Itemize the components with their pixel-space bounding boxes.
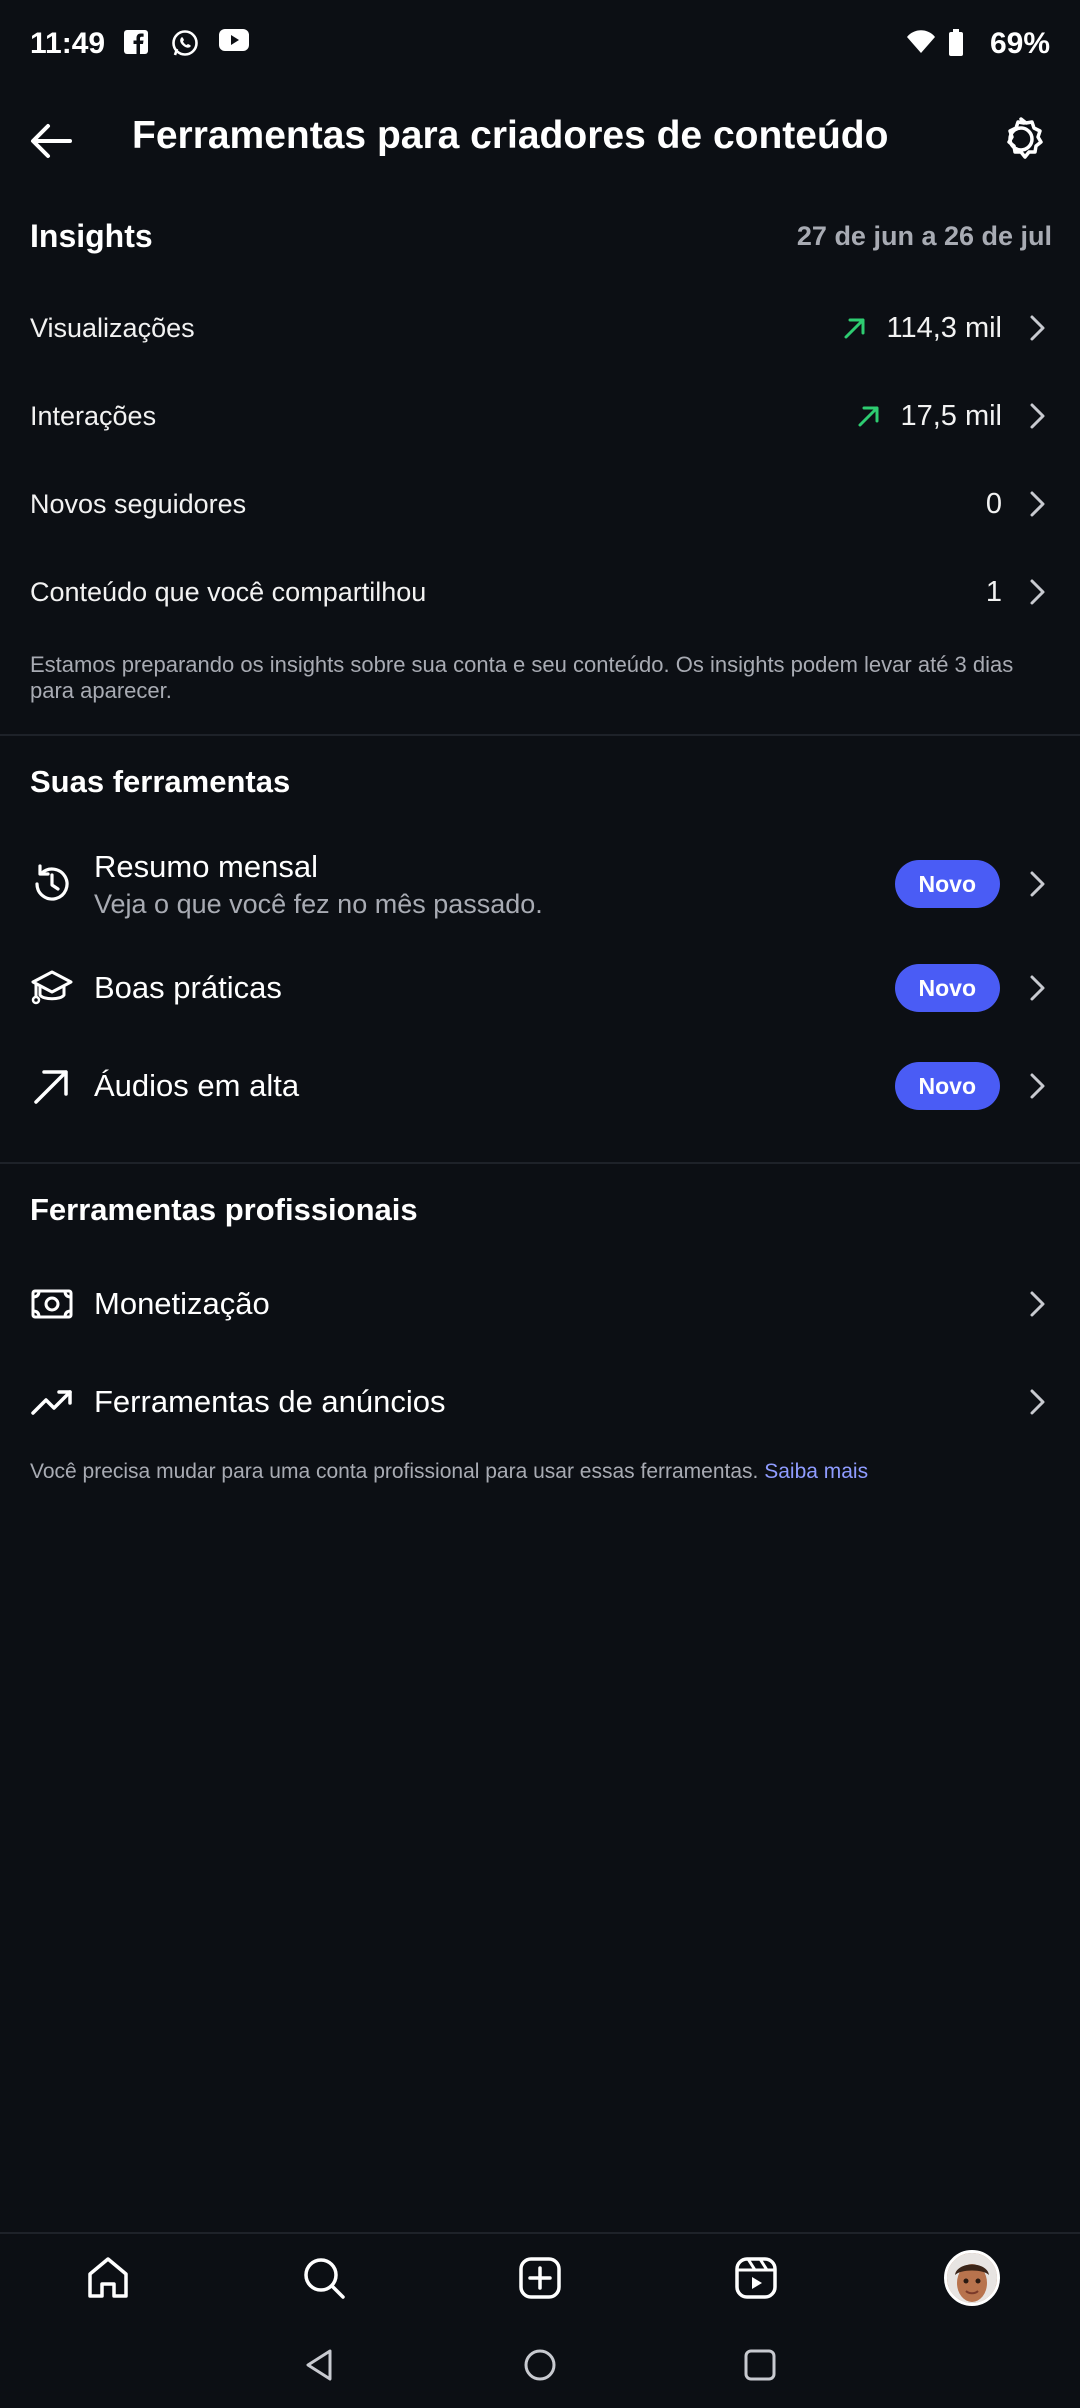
metric-label: Novos seguidores <box>30 488 247 519</box>
tool-row-monetization[interactable]: Monetização <box>0 1256 1080 1352</box>
youtube-icon <box>219 29 250 59</box>
metric-label: Visualizações <box>30 312 195 343</box>
new-badge: Novo <box>894 964 1000 1012</box>
trend-up-icon <box>858 406 879 427</box>
system-home-icon[interactable] <box>520 2345 560 2385</box>
battery-icon <box>948 29 978 59</box>
tool-title: Boas práticas <box>94 970 282 1005</box>
nav-reels[interactable] <box>716 2238 796 2318</box>
system-nav-bar <box>0 2322 1080 2408</box>
chevron-right-icon <box>1030 403 1045 429</box>
bottom-nav <box>0 2232 1080 2322</box>
insights-title: Insights <box>30 218 153 254</box>
chevron-right-icon <box>1030 1073 1045 1099</box>
chevron-right-icon <box>1030 975 1045 1001</box>
professional-account-note: Você precisa mudar para uma conta profis… <box>30 1460 1060 1484</box>
footnote-text: Você precisa mudar para uma conta profis… <box>30 1460 759 1483</box>
tool-row-best-practices[interactable]: Boas práticas Novo <box>0 940 1080 1036</box>
system-recents-icon[interactable] <box>740 2345 780 2385</box>
screen: 11:49 69% Ferramentas para criadores de … <box>0 0 1080 2408</box>
chevron-right-icon <box>1030 1291 1045 1317</box>
chevron-right-icon <box>1030 491 1045 517</box>
metric-value: 1 <box>985 575 1002 608</box>
status-time: 11:49 <box>30 27 106 60</box>
avatar-image <box>947 2253 997 2303</box>
tool-title: Monetização <box>94 1286 270 1321</box>
nav-profile[interactable] <box>932 2238 1012 2318</box>
metric-value: 17,5 mil <box>900 399 1002 432</box>
wifi-icon <box>906 29 936 59</box>
tool-row-ad-tools[interactable]: Ferramentas de anúncios <box>0 1354 1080 1450</box>
nav-create[interactable] <box>500 2238 580 2318</box>
tools-section-title: Suas ferramentas <box>30 764 291 799</box>
tool-subtitle: Veja o que você fez no mês passado. <box>94 888 543 919</box>
section-divider <box>0 734 1080 736</box>
reels-icon <box>735 2257 777 2299</box>
chevron-right-icon <box>1030 579 1045 605</box>
facebook-icon <box>123 29 153 59</box>
chevron-right-icon <box>1030 871 1045 897</box>
nav-search[interactable] <box>284 2238 364 2318</box>
whatsapp-icon <box>171 29 201 59</box>
avatar <box>944 2250 1000 2306</box>
new-badge: Novo <box>894 1062 1000 1110</box>
trend-up-icon <box>844 318 865 339</box>
tool-title: Áudios em alta <box>94 1068 300 1103</box>
insights-note: Estamos preparando os insights sobre sua… <box>30 652 1014 703</box>
metric-row-interactions[interactable]: Interações 17,5 mil <box>0 372 1080 460</box>
settings-icon <box>1007 117 1043 159</box>
history-clock-icon <box>35 864 69 901</box>
back-button[interactable] <box>26 116 76 166</box>
pro-tools-section-title: Ferramentas profissionais <box>30 1192 418 1227</box>
chevron-right-icon <box>1030 315 1045 341</box>
graduation-cap-icon <box>31 970 73 1005</box>
tool-row-trending-audio[interactable]: Áudios em alta Novo <box>0 1038 1080 1134</box>
new-badge: Novo <box>894 860 1000 908</box>
metric-row-shared-content[interactable]: Conteúdo que você compartilhou 1 <box>0 548 1080 636</box>
metric-label: Interações <box>30 400 157 431</box>
battery-percent: 69% <box>989 27 1050 60</box>
tool-row-monthly-summary[interactable]: Resumo mensal Veja o que você fez no mês… <box>0 836 1080 932</box>
trending-up-icon <box>31 1390 72 1415</box>
search-icon <box>304 2258 345 2299</box>
money-icon <box>31 1289 73 1319</box>
metric-row-new-followers[interactable]: Novos seguidores 0 <box>0 460 1080 548</box>
back-arrow-icon <box>31 124 72 158</box>
tool-title: Resumo mensal <box>94 848 318 884</box>
metric-label: Conteúdo que você compartilhou <box>30 576 427 607</box>
insights-header: Insights 27 de jun a 26 de jul <box>30 218 1052 255</box>
add-post-icon <box>519 2257 561 2299</box>
home-icon <box>88 2257 128 2298</box>
settings-button[interactable] <box>996 114 1046 164</box>
tool-title: Ferramentas de anúncios <box>94 1384 446 1419</box>
nav-home[interactable] <box>68 2238 148 2318</box>
system-back-icon[interactable] <box>300 2345 340 2385</box>
metric-value: 0 <box>985 487 1002 520</box>
status-bar: 11:49 69% <box>0 0 1080 88</box>
insights-date-range[interactable]: 27 de jun a 26 de jul <box>797 221 1052 252</box>
metric-row-views[interactable]: Visualizações 114,3 mil <box>0 284 1080 372</box>
section-divider <box>0 1162 1080 1164</box>
page-title: Ferramentas para criadores de conteúdo <box>132 114 889 157</box>
metric-value: 114,3 mil <box>886 311 1002 344</box>
chevron-right-icon <box>1030 1389 1045 1415</box>
trend-arrow-icon <box>34 1070 68 1104</box>
learn-more-link[interactable]: Saiba mais <box>764 1460 868 1483</box>
header: Ferramentas para criadores de conteúdo <box>0 100 1080 180</box>
